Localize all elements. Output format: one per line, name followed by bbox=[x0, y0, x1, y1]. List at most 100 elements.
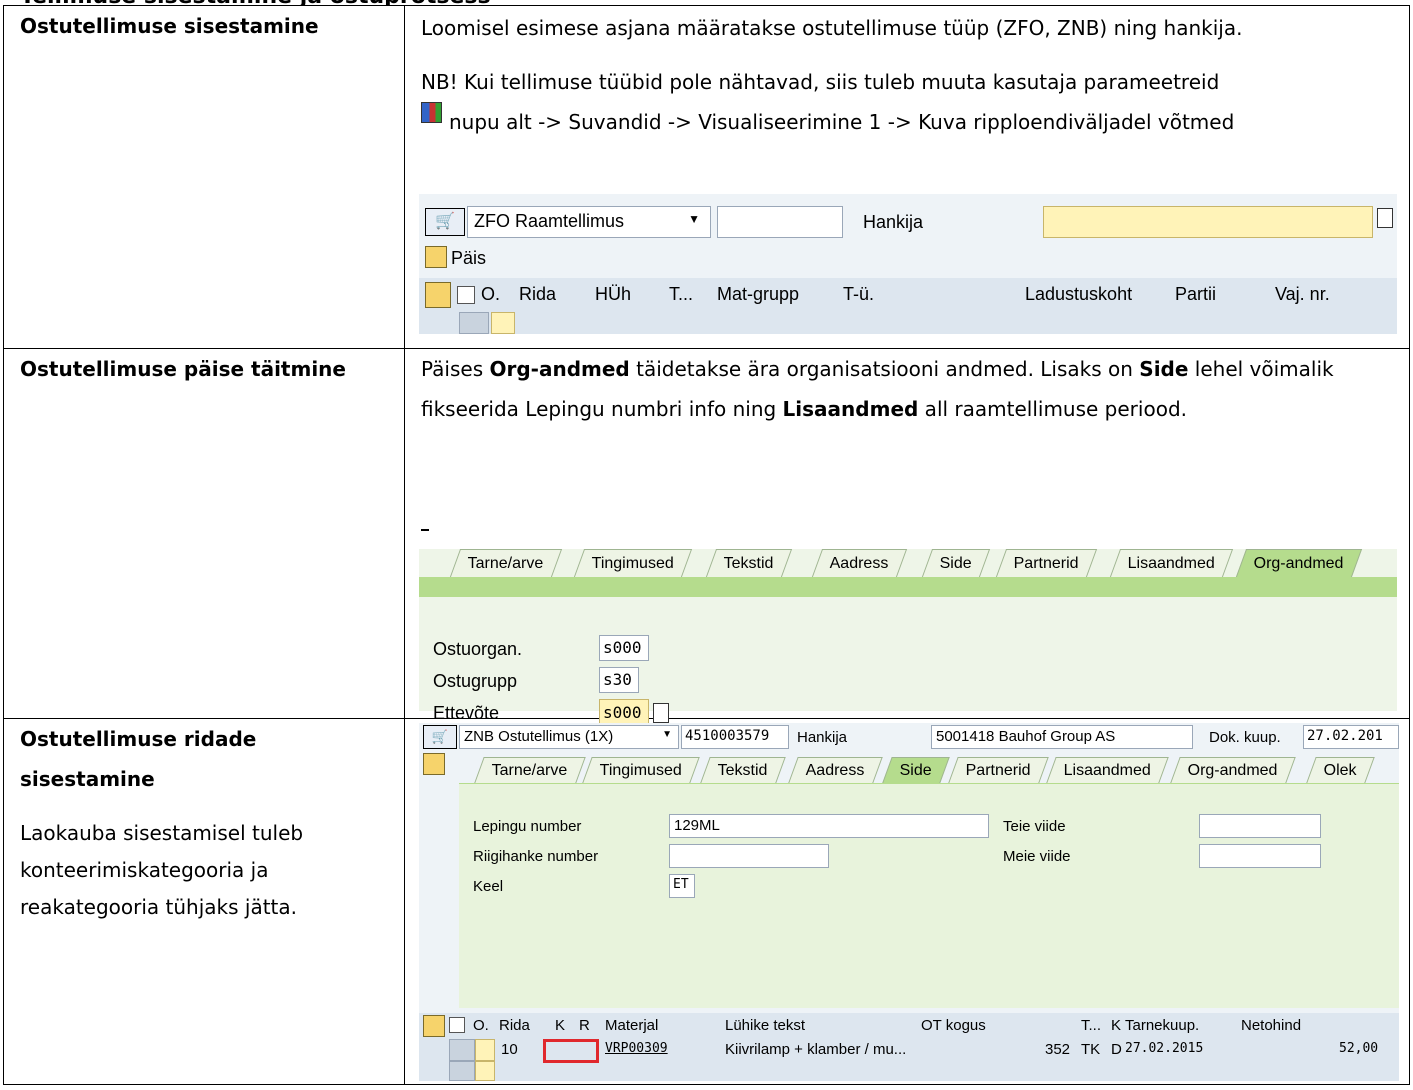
row-selector-2[interactable] bbox=[449, 1061, 475, 1081]
row1-text-line3: nupu alt -> Suvandid -> Visualiseerimine… bbox=[449, 110, 1235, 134]
row1-line3: nupu alt -> Suvandid -> Visualiseerimine… bbox=[405, 102, 1409, 142]
cart-icon[interactable]: 🛒 bbox=[425, 208, 465, 236]
order-type-select[interactable]: ZFO Raamtellimus ▼ bbox=[467, 206, 711, 238]
sap-screenshot-header: Tarne/arve Tingimused Tekstid Aadress Si… bbox=[419, 549, 1397, 727]
item-unit[interactable]: TK bbox=[1081, 1041, 1100, 1058]
your-ref-field[interactable] bbox=[1199, 814, 1321, 838]
tab-side[interactable]: Side bbox=[921, 549, 991, 577]
row2-bold-side: Side bbox=[1139, 357, 1189, 381]
col-partii: Partii bbox=[1175, 284, 1217, 304]
col-tarnekuup: Tarnekuup. bbox=[1125, 1017, 1200, 1034]
col-vaj-nr: Vaj. nr. bbox=[1275, 284, 1330, 304]
col-o: O. bbox=[473, 1017, 489, 1034]
tab-tekstid[interactable]: Tekstid bbox=[700, 757, 786, 783]
tab-org-andmed[interactable]: Org-andmed bbox=[1170, 757, 1296, 783]
lang-field[interactable]: ET bbox=[669, 874, 695, 898]
tab-org-andmed[interactable]: Org-andmed bbox=[1235, 549, 1362, 577]
row1-label: Ostutellimuse sisestamine bbox=[20, 14, 319, 38]
tab-lisaandmed[interactable]: Lisaandmed bbox=[1046, 757, 1169, 783]
row3-label-cell: Ostutellimuse ridade sisestamine Laokaub… bbox=[3, 718, 405, 1085]
item-date[interactable]: 27.02.2015 bbox=[1125, 1041, 1203, 1056]
tab-tarne-arve[interactable]: Tarne/arve bbox=[474, 757, 586, 783]
item-grid: O. Rida K R Materjal Lühike tekst OT kog… bbox=[419, 1013, 1399, 1081]
grid-settings-icon[interactable] bbox=[457, 286, 475, 304]
tab-aadress[interactable]: Aadress bbox=[788, 757, 883, 783]
tab-tingimused[interactable]: Tingimused bbox=[573, 549, 693, 577]
vendor-label: Hankija bbox=[863, 212, 924, 232]
tab-partnerid[interactable]: Partnerid bbox=[948, 757, 1049, 783]
row2-bold-lisaandmed: Lisaandmed bbox=[782, 397, 919, 421]
item-text[interactable]: Kiivrilamp + klamber / mu... bbox=[725, 1041, 906, 1058]
header-toggle-icon[interactable] bbox=[425, 246, 447, 268]
item-toggle-icon[interactable] bbox=[425, 282, 451, 308]
proc-field[interactable] bbox=[669, 844, 829, 868]
row3-content-cell: 🛒 ZNB Ostutellimus (1X) ▼ 4510003579 Han… bbox=[404, 718, 1410, 1085]
match-icon[interactable] bbox=[1377, 208, 1393, 228]
col-huh: HÜh bbox=[595, 284, 632, 304]
tab-underline bbox=[419, 577, 1397, 597]
grid-settings-icon[interactable] bbox=[449, 1017, 465, 1033]
side-panel: Lepingu number 129ML Riigihanke number K… bbox=[459, 783, 1399, 1008]
our-ref-field[interactable] bbox=[1199, 844, 1321, 868]
tab-tekstid[interactable]: Tekstid bbox=[705, 549, 792, 577]
row3-note-line2: konteerimiskategooria ja bbox=[20, 858, 269, 882]
row3-note-line1: Laokauba sisestamisel tuleb bbox=[20, 821, 304, 845]
row1-text-line1: Loomisel esimese asjana määratakse ostut… bbox=[421, 16, 1243, 40]
item-price[interactable]: 52,00 bbox=[1339, 1041, 1378, 1056]
row3-label-line2: sisestamine bbox=[20, 767, 155, 791]
col-ot-kogus: OT kogus bbox=[921, 1017, 986, 1034]
row-selector[interactable] bbox=[449, 1039, 475, 1061]
ostuorgan-field[interactable]: s000 bbox=[599, 635, 649, 661]
col-r: R bbox=[579, 1017, 590, 1034]
proc-label: Riigihanke number bbox=[473, 848, 599, 865]
order-number-field[interactable]: 4510003579 bbox=[681, 725, 789, 749]
vendor-input[interactable] bbox=[1043, 206, 1373, 238]
col-k: K bbox=[555, 1017, 566, 1034]
tab-side[interactable]: Side bbox=[882, 757, 950, 783]
row2-text: Päises Org-andmed täidetakse ära organis… bbox=[405, 349, 1409, 429]
contract-label: Lepingu number bbox=[473, 818, 582, 835]
item-qty[interactable]: 352 bbox=[1045, 1041, 1070, 1058]
item-toggle-icon[interactable] bbox=[423, 1015, 445, 1037]
tab-lisaandmed[interactable]: Lisaandmed bbox=[1109, 549, 1234, 577]
ostugrupp-field[interactable]: s30 bbox=[599, 667, 639, 693]
item-k[interactable]: D bbox=[1111, 1041, 1122, 1058]
item-tabstrip: Tarne/arve Tingimused Tekstid Aadress Si… bbox=[459, 757, 1399, 783]
header-toggle-icon[interactable] bbox=[423, 753, 445, 775]
order-type-value: ZFO Raamtellimus bbox=[474, 211, 625, 231]
tab-tingimused[interactable]: Tingimused bbox=[582, 757, 700, 783]
doc-date-field[interactable]: 27.02.201 bbox=[1303, 725, 1399, 749]
col-netohind: Netohind bbox=[1241, 1017, 1302, 1034]
cart-icon[interactable]: 🛒 bbox=[423, 725, 457, 749]
col-t: T... bbox=[1081, 1017, 1102, 1034]
order-type-value: ZNB Ostutellimus (1X) bbox=[464, 728, 614, 745]
col-rida: Rida bbox=[499, 1017, 530, 1034]
order-type-select[interactable]: ZNB Ostutellimus (1X) ▼ bbox=[459, 725, 679, 749]
tab-tarne-arve[interactable]: Tarne/arve bbox=[449, 549, 562, 577]
col-luhike-tekst: Lühike tekst bbox=[725, 1017, 806, 1034]
contract-field[interactable]: 129ML bbox=[669, 814, 989, 838]
vendor-field[interactable]: 5001418 Bauhof Group AS bbox=[931, 725, 1193, 749]
order-number-field[interactable] bbox=[717, 206, 843, 238]
row2-text-part1: Päises bbox=[421, 357, 490, 381]
header-tabstrip: Tarne/arve Tingimused Tekstid Aadress Si… bbox=[419, 549, 1397, 577]
small-dash bbox=[421, 529, 429, 531]
row1-label-cell: Ostutellimuse sisestamine bbox=[3, 5, 405, 349]
col-tu: T-ü. bbox=[843, 284, 875, 304]
item-grid-header: O. Rida HÜh T... Mat-grupp T-ü. Ladustus… bbox=[419, 278, 1397, 334]
tab-partnerid[interactable]: Partnerid bbox=[995, 549, 1098, 577]
item-rida[interactable]: 10 bbox=[501, 1041, 518, 1058]
row2-text-part4: all raamtellimuse periood. bbox=[918, 397, 1187, 421]
row3-note: Laokauba sisestamisel tuleb konteerimisk… bbox=[4, 799, 404, 926]
tab-olek[interactable]: Olek bbox=[1306, 757, 1375, 783]
highlight-box bbox=[543, 1039, 599, 1063]
row1-text-line2: NB! Kui tellimuse tüübid pole nähtavad, … bbox=[421, 70, 1220, 94]
item-materjal[interactable]: VRP00309 bbox=[605, 1041, 668, 1056]
field-label-ostugrupp: Ostugrupp bbox=[433, 671, 518, 691]
tab-aadress[interactable]: Aadress bbox=[811, 549, 907, 577]
col-rida: Rida bbox=[519, 284, 557, 304]
row3-note-line3: reakategooria tühjaks jätta. bbox=[20, 895, 298, 919]
our-ref-label: Meie viide bbox=[1003, 848, 1071, 865]
your-ref-label: Teie viide bbox=[1003, 818, 1066, 835]
row-selector[interactable] bbox=[459, 312, 489, 334]
